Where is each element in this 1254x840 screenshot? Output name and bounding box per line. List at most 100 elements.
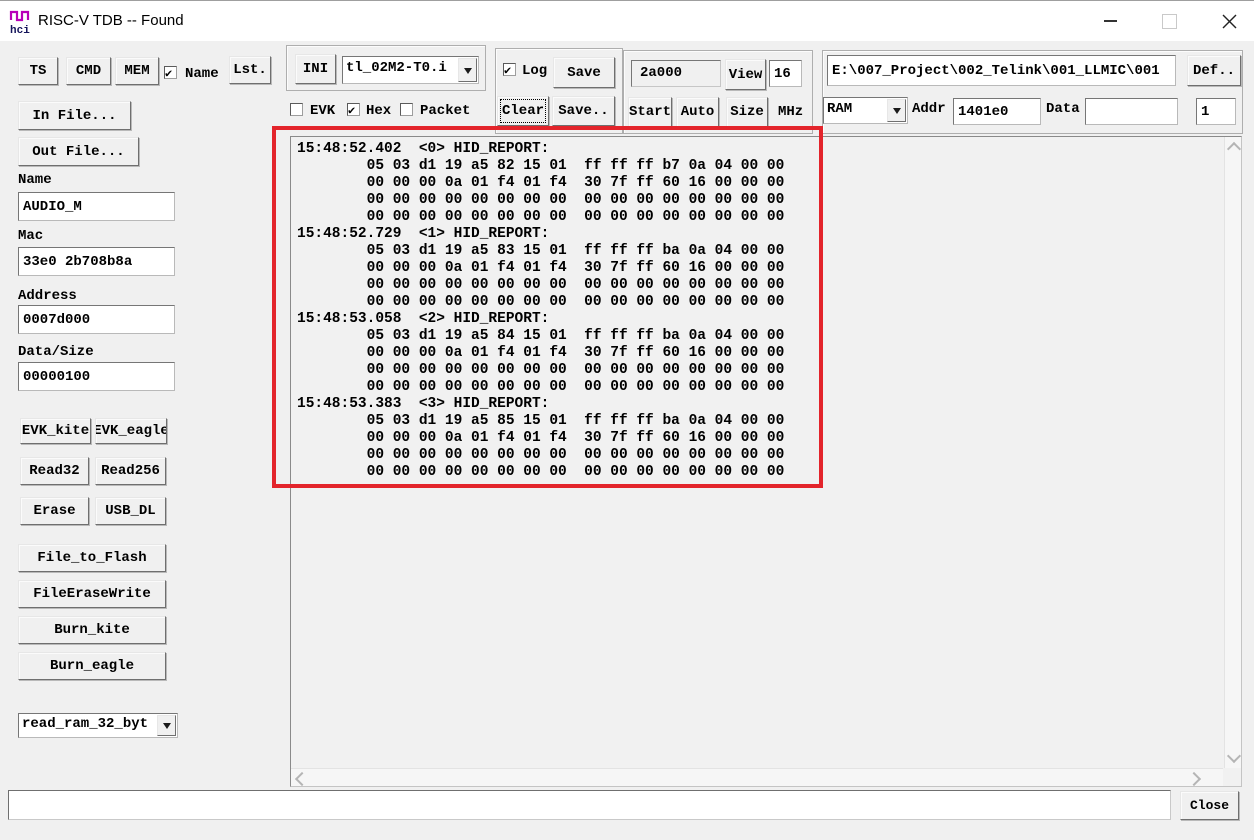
chevron-down-icon[interactable] (157, 715, 176, 736)
name-checkbox-label: Name (185, 66, 219, 82)
file-erase-write-button[interactable]: FileEraseWrite (18, 580, 166, 608)
start-button[interactable]: Start (628, 97, 672, 127)
mac-field-label: Mac (18, 228, 43, 244)
maximize-icon (1162, 14, 1177, 29)
minimize-button[interactable] (1087, 1, 1133, 41)
log-line: 05 03 d1 19 a5 85 15 01 ff ff ff ba 0a 0… (297, 413, 1221, 430)
address-field-label: Address (18, 288, 77, 304)
close-icon (1222, 14, 1237, 29)
log-entry: 15:48:53.058 <2> HID_REPORT: 05 03 d1 19… (297, 311, 1221, 396)
view-button[interactable]: View (725, 59, 766, 90)
save-button[interactable]: Save (553, 57, 615, 88)
packet-checkbox[interactable] (400, 103, 413, 116)
data-input[interactable] (1085, 98, 1178, 125)
name-checkbox[interactable] (164, 66, 177, 79)
log-line: 05 03 d1 19 a5 83 15 01 ff ff ff ba 0a 0… (297, 243, 1221, 260)
hci-logo-icon: hci (9, 9, 33, 35)
cmd-button[interactable]: CMD (66, 57, 111, 85)
svg-text:hci: hci (10, 25, 30, 35)
log-checkbox-label: Log (522, 63, 547, 79)
log-line: 00 00 00 00 00 00 00 00 00 00 00 00 00 0… (297, 379, 1221, 396)
ini-button[interactable]: INI (295, 54, 336, 84)
log-text: 15:48:52.402 <0> HID_REPORT: 05 03 d1 19… (297, 141, 1221, 766)
file-to-flash-button[interactable]: File_to_Flash (18, 544, 166, 572)
address-input[interactable] (18, 305, 175, 334)
scroll-left-icon[interactable] (295, 772, 309, 786)
log-line: 00 00 00 0a 01 f4 01 f4 30 7f ff 60 16 0… (297, 260, 1221, 277)
usb-dl-button[interactable]: USB_DL (95, 497, 166, 525)
ini-file-dropdown-value: tl_02M2-T0.i (346, 60, 460, 76)
log-checkbox[interactable] (503, 63, 516, 76)
log-line: 15:48:52.729 <1> HID_REPORT: (297, 226, 1221, 243)
log-line: 00 00 00 00 00 00 00 00 00 00 00 00 00 0… (297, 209, 1221, 226)
name-field-label: Name (18, 172, 52, 188)
close-window-button[interactable] (1205, 1, 1254, 41)
in-file-button[interactable]: In File... (18, 101, 131, 130)
command-dropdown[interactable]: read_ram_32_byt (18, 713, 178, 738)
out-file-button[interactable]: Out File... (18, 137, 139, 166)
size-button[interactable]: Size (726, 97, 768, 127)
log-line: 15:48:53.058 <2> HID_REPORT: (297, 311, 1221, 328)
def-button[interactable]: Def.. (1187, 55, 1241, 86)
evk-kite-button[interactable]: EVK_kite (20, 418, 91, 444)
log-line: 00 00 00 00 00 00 00 00 00 00 00 00 00 0… (297, 294, 1221, 311)
log-line: 00 00 00 0a 01 f4 01 f4 30 7f ff 60 16 0… (297, 175, 1221, 192)
minimize-icon (1104, 20, 1117, 22)
project-path-input[interactable] (827, 55, 1176, 86)
log-line: 05 03 d1 19 a5 84 15 01 ff ff ff ba 0a 0… (297, 328, 1221, 345)
data-label: Data (1046, 101, 1080, 117)
log-line: 00 00 00 0a 01 f4 01 f4 30 7f ff 60 16 0… (297, 430, 1221, 447)
log-line: 00 00 00 00 00 00 00 00 00 00 00 00 00 0… (297, 362, 1221, 379)
chevron-down-icon[interactable] (458, 58, 477, 82)
chevron-down-icon[interactable] (887, 99, 906, 122)
hex-checkbox[interactable] (347, 103, 360, 116)
view-size-input[interactable] (769, 60, 802, 87)
scroll-down-icon[interactable] (1227, 749, 1241, 763)
ts-button[interactable]: TS (18, 57, 58, 85)
vertical-scrollbar[interactable] (1224, 137, 1241, 768)
close-button[interactable]: Close (1180, 791, 1239, 820)
name-input[interactable] (18, 192, 175, 221)
log-line: 15:48:53.383 <3> HID_REPORT: (297, 396, 1221, 413)
burn-eagle-button[interactable]: Burn_eagle (18, 652, 166, 680)
auto-button[interactable]: Auto (676, 97, 719, 127)
scroll-up-icon[interactable] (1227, 142, 1241, 156)
titlebar: hci RISC-V TDB -- Found (0, 0, 1254, 41)
window-title: RISC-V TDB -- Found (38, 12, 184, 29)
erase-button[interactable]: Erase (20, 497, 89, 525)
burn-kite-button[interactable]: Burn_kite (18, 616, 166, 644)
evk-eagle-button[interactable]: EVK_eagle (95, 418, 167, 444)
clear-button[interactable]: Clear (497, 96, 549, 126)
evk-checkbox-label: EVK (310, 103, 335, 119)
data-size-input[interactable] (18, 362, 175, 391)
count-input[interactable] (1196, 98, 1236, 125)
read256-button[interactable]: Read256 (95, 457, 166, 485)
log-line: 05 03 d1 19 a5 82 15 01 ff ff ff b7 0a 0… (297, 158, 1221, 175)
log-entry: 15:48:52.729 <1> HID_REPORT: 05 03 d1 19… (297, 226, 1221, 311)
addr-input[interactable] (953, 98, 1041, 125)
status-input[interactable] (8, 790, 1171, 820)
data-size-field-label: Data/Size (18, 344, 94, 360)
hex-checkbox-label: Hex (366, 103, 391, 119)
scroll-right-icon[interactable] (1187, 772, 1201, 786)
log-line: 00 00 00 0a 01 f4 01 f4 30 7f ff 60 16 0… (297, 345, 1221, 362)
memory-type-dropdown[interactable]: RAM (823, 97, 908, 124)
mac-input[interactable] (18, 247, 175, 276)
log-line: 00 00 00 00 00 00 00 00 00 00 00 00 00 0… (297, 192, 1221, 209)
memory-type-dropdown-value: RAM (827, 101, 889, 117)
mem-button[interactable]: MEM (115, 57, 159, 85)
mhz-label: MHz (778, 104, 803, 120)
lst-button[interactable]: Lst. (229, 56, 271, 84)
log-output-area[interactable]: 15:48:52.402 <0> HID_REPORT: 05 03 d1 19… (290, 136, 1242, 787)
ini-file-dropdown[interactable]: tl_02M2-T0.i (342, 56, 479, 84)
command-dropdown-value: read_ram_32_byt (22, 716, 159, 732)
log-entry: 15:48:53.383 <3> HID_REPORT: 05 03 d1 19… (297, 396, 1221, 481)
maximize-button[interactable] (1146, 1, 1192, 41)
log-line: 00 00 00 00 00 00 00 00 00 00 00 00 00 0… (297, 277, 1221, 294)
evk-checkbox[interactable] (290, 103, 303, 116)
log-line: 00 00 00 00 00 00 00 00 00 00 00 00 00 0… (297, 447, 1221, 464)
save-as-button[interactable]: Save.. (552, 96, 615, 126)
read32-button[interactable]: Read32 (20, 457, 89, 485)
horizontal-scrollbar[interactable] (291, 768, 1223, 786)
view-address-field[interactable]: 2a000 (631, 60, 721, 87)
